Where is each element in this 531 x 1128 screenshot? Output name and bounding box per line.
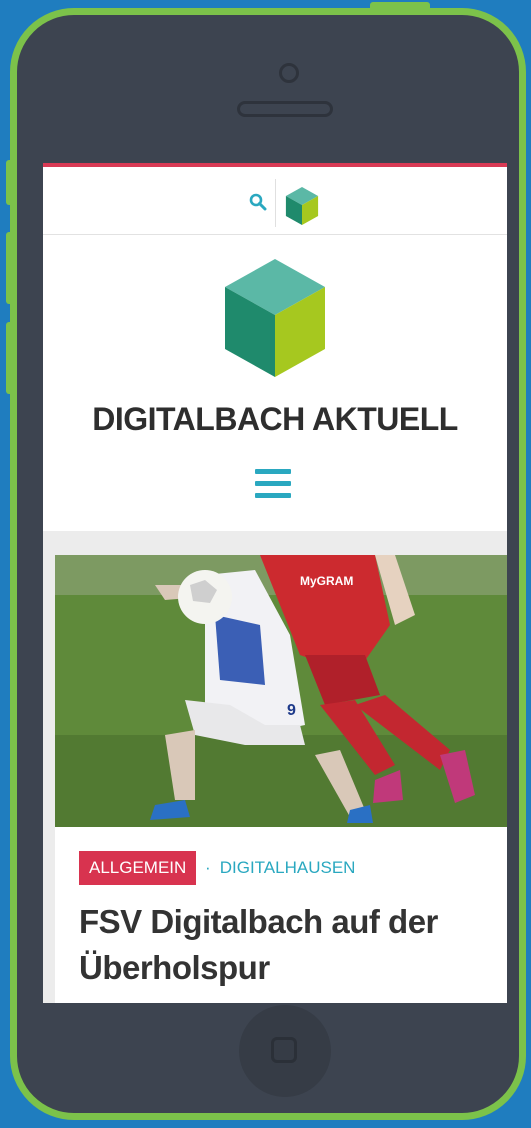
category-tag[interactable]: ALLGEMEIN bbox=[79, 851, 197, 885]
top-bar bbox=[43, 163, 507, 235]
cube-logo-small-icon[interactable] bbox=[285, 187, 319, 225]
earpiece-speaker bbox=[237, 101, 333, 117]
site-header: DIGITALBACH AKTUELL bbox=[43, 235, 507, 531]
hamburger-menu-icon[interactable] bbox=[255, 469, 291, 503]
cube-logo-icon[interactable] bbox=[225, 259, 325, 377]
site-title[interactable]: DIGITALBACH AKTUELL bbox=[43, 401, 507, 438]
article-headline[interactable]: FSV Digitalbach auf der Überholspur bbox=[79, 899, 499, 991]
front-camera bbox=[279, 63, 299, 83]
subcategory-link[interactable]: DIGITALHAUSEN bbox=[215, 851, 356, 885]
topbar-divider bbox=[275, 179, 276, 227]
jersey-text: MyGRAM bbox=[300, 574, 353, 588]
jersey-number: 9 bbox=[287, 702, 296, 719]
search-icon[interactable] bbox=[249, 193, 267, 211]
category-separator: · bbox=[205, 858, 211, 877]
phone-frame: DIGITALBACH AKTUELL MyGRAM 9 ALLGEMEIN ·… bbox=[10, 8, 526, 1120]
phone-screen: DIGITALBACH AKTUELL MyGRAM 9 ALLGEMEIN ·… bbox=[43, 163, 507, 1003]
article-hero-image[interactable]: MyGRAM 9 bbox=[55, 555, 507, 827]
subcategory-label: DIGITALHAUSEN bbox=[219, 858, 356, 877]
home-button[interactable] bbox=[239, 1005, 331, 1097]
article-card[interactable]: MyGRAM 9 ALLGEMEIN · DIGITALHAUSEN FSV D… bbox=[55, 555, 507, 1003]
